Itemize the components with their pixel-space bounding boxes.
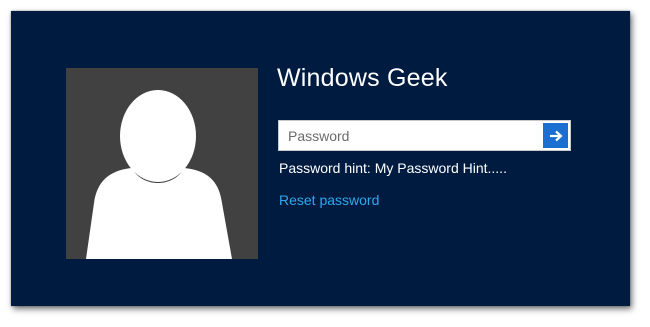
lock-screen-panel: Windows Geek Password hint: My Password … <box>11 11 630 306</box>
password-box <box>278 120 571 151</box>
arrow-right-icon <box>549 130 563 141</box>
user-silhouette-icon <box>86 90 232 259</box>
password-hint: Password hint: My Password Hint..... <box>279 160 507 176</box>
user-avatar <box>66 68 258 259</box>
reset-password-link[interactable]: Reset password <box>279 192 379 208</box>
user-name: Windows Geek <box>277 64 448 92</box>
submit-button[interactable] <box>543 123 568 148</box>
password-input[interactable] <box>279 121 537 150</box>
